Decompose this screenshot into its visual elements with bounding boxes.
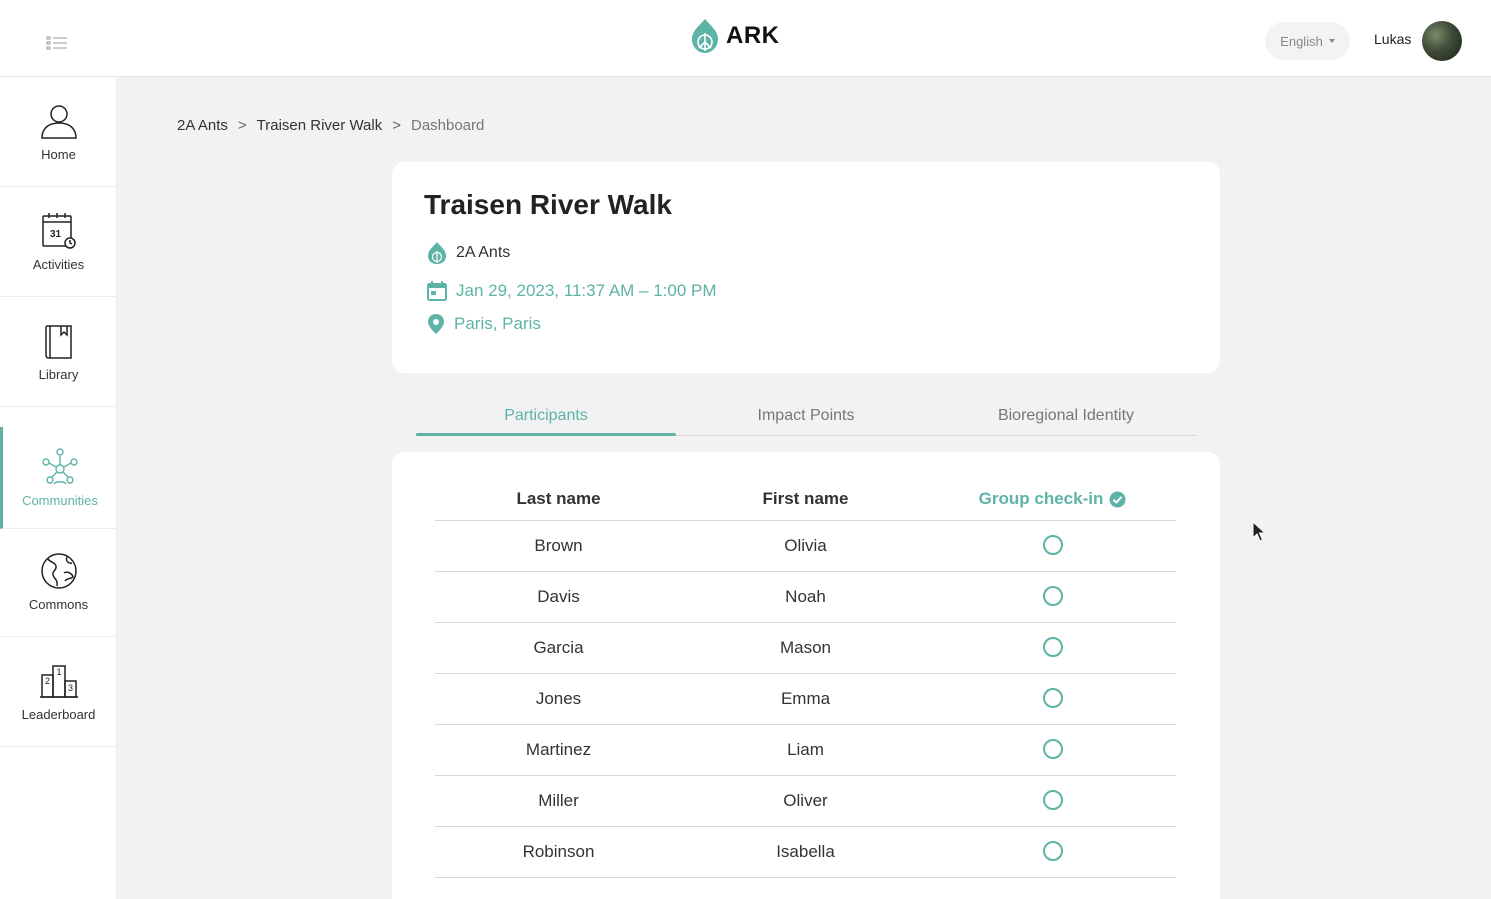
event-organization[interactable]: 2A Ants <box>426 241 510 265</box>
participants-table: Last name First name Group check-in Brow… <box>435 478 1176 878</box>
checkin-radio[interactable] <box>1042 688 1063 708</box>
checkin-cell <box>929 583 1176 611</box>
username[interactable]: Lukas <box>1374 31 1411 47</box>
last-name-cell: Martinez <box>525 740 592 759</box>
breadcrumb-separator: > <box>237 117 247 134</box>
calendar-icon <box>427 281 447 301</box>
community-logo-icon <box>428 242 446 264</box>
table-row: Jones Emma <box>435 674 1176 725</box>
language-select[interactable]: English <box>1265 22 1350 60</box>
sidebar-item-label: Leaderboard <box>21 707 96 722</box>
sidebar-item-label: Commons <box>28 597 89 612</box>
language-label: English <box>1280 33 1323 49</box>
location-pin-icon <box>428 314 444 334</box>
breadcrumb-item-current: Dashboard <box>410 117 485 134</box>
table-row: Garcia Mason <box>435 623 1176 674</box>
breadcrumb-item-event[interactable]: Traisen River Walk <box>257 117 383 134</box>
chevron-down-icon <box>1328 39 1335 43</box>
table-row: Robinson Isabella <box>435 827 1176 878</box>
breadcrumb: 2A Ants > Traisen River Walk > Dashboard <box>177 117 484 134</box>
checkin-cell <box>929 787 1176 815</box>
check-circle-icon <box>1109 491 1126 507</box>
first-name-cell: Oliver <box>783 791 828 810</box>
checkin-cell <box>929 634 1176 662</box>
column-header-group-checkin[interactable]: Group check-in <box>929 489 1176 509</box>
participants-card: Last name First name Group check-in Brow… <box>392 452 1220 899</box>
event-title: Traisen River Walk <box>424 189 672 220</box>
first-name-cell: Noah <box>785 587 826 606</box>
person-icon <box>40 105 77 139</box>
last-name-cell: Garcia <box>533 638 584 657</box>
checkin-radio[interactable] <box>1042 535 1063 555</box>
last-name-cell: Brown <box>534 536 583 555</box>
tab-bioregional-identity[interactable]: Bioregional Identity <box>936 400 1196 435</box>
table-row: Miller Oliver <box>435 776 1176 827</box>
sidebar-item-home[interactable]: Home <box>0 77 117 187</box>
sidebar-item-activities[interactable]: 31 Activities <box>0 187 117 297</box>
event-location: Paris, Paris <box>454 314 541 333</box>
first-name-cell: Emma <box>780 689 831 708</box>
ark-leaf-icon <box>692 19 718 53</box>
globe-icon <box>40 553 77 589</box>
organization-name: 2A Ants <box>456 244 511 261</box>
logo-text: ARK <box>726 22 780 49</box>
breadcrumb-item-community[interactable]: 2A Ants <box>177 117 228 134</box>
sidebar-item-label: Home <box>41 147 76 162</box>
sidebar-item-label: Communities <box>22 493 98 508</box>
checkin-cell <box>929 532 1176 560</box>
calendar-icon: 31 <box>41 213 76 249</box>
last-name-cell: Davis <box>537 587 580 606</box>
checkin-radio[interactable] <box>1042 739 1063 759</box>
sidebar: Home 31 Activities Library Communities C… <box>0 77 117 899</box>
sidebar-item-communities[interactable]: Communities <box>0 427 117 529</box>
checkin-radio[interactable] <box>1042 586 1063 606</box>
last-name-cell: Miller <box>538 791 579 810</box>
avatar[interactable] <box>1422 21 1462 61</box>
column-header-last-name[interactable]: Last name <box>435 489 682 509</box>
checkin-radio[interactable] <box>1042 790 1063 810</box>
first-name-cell: Mason <box>779 638 832 657</box>
event-info-card: Traisen River Walk 2A Ants Jan 29, 2023,… <box>392 162 1220 373</box>
checkin-cell <box>929 685 1176 713</box>
table-row: Martinez Liam <box>435 725 1176 776</box>
event-tabs: Participants Impact Points Bioregional I… <box>416 400 1196 436</box>
table-row: Davis Noah <box>435 572 1176 623</box>
checkin-cell <box>929 838 1176 866</box>
event-datetime: Jan 29, 2023, 11:37 AM – 1:00 PM <box>456 281 717 300</box>
table-row: Brown Olivia <box>435 521 1176 572</box>
sidebar-item-label: Activities <box>32 257 85 272</box>
sidebar-item-leaderboard[interactable]: 1 2 3 Leaderboard <box>0 637 117 747</box>
svg-text:3: 3 <box>68 683 73 693</box>
svg-text:2: 2 <box>45 676 50 686</box>
first-name-cell: Olivia <box>784 536 827 555</box>
checkin-radio[interactable] <box>1042 841 1063 861</box>
last-name-cell: Robinson <box>522 842 595 861</box>
table-header: Last name First name Group check-in <box>435 478 1176 521</box>
svg-text:31: 31 <box>50 229 62 240</box>
column-header-label: Group check-in <box>978 489 1104 508</box>
event-location-row[interactable]: Paris, Paris <box>426 313 541 335</box>
svg-text:1: 1 <box>56 667 61 677</box>
sidebar-item-label: Library <box>38 367 79 382</box>
tab-impact-points[interactable]: Impact Points <box>676 400 936 435</box>
column-header-first-name[interactable]: First name <box>682 489 929 509</box>
communities-icon <box>42 448 78 485</box>
event-datetime-row: Jan 29, 2023, 11:37 AM – 1:00 PM <box>426 280 717 302</box>
checkin-radio[interactable] <box>1042 637 1063 657</box>
ark-logo[interactable]: ARK <box>690 18 780 54</box>
first-name-cell: Isabella <box>776 842 835 861</box>
sidebar-item-library[interactable]: Library <box>0 297 117 407</box>
sidebar-item-commons[interactable]: Commons <box>0 527 117 637</box>
book-icon <box>44 325 72 359</box>
top-header: ARK English Lukas <box>0 0 1491 77</box>
tab-participants[interactable]: Participants <box>416 400 676 436</box>
podium-icon: 1 2 3 <box>39 665 78 698</box>
breadcrumb-separator: > <box>392 117 401 134</box>
checkin-cell <box>929 736 1176 764</box>
menu-toggle-icon[interactable] <box>46 35 70 51</box>
last-name-cell: Jones <box>535 689 582 708</box>
first-name-cell: Liam <box>787 740 824 759</box>
mouse-cursor-icon <box>1252 521 1266 542</box>
